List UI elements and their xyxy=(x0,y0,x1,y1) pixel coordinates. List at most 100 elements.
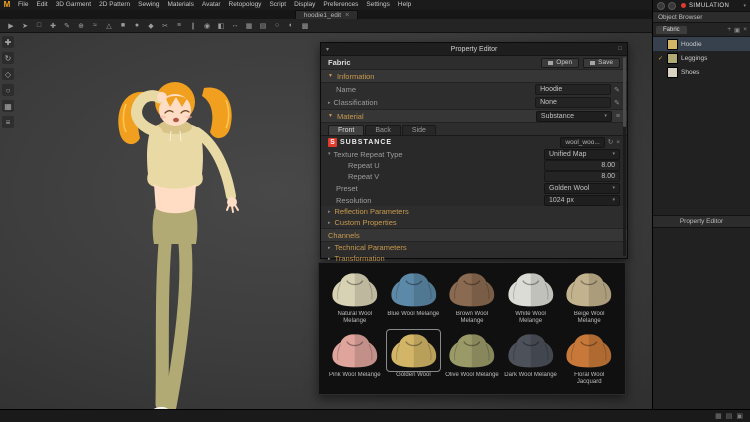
pin-tool-icon[interactable]: ◉ xyxy=(201,20,213,31)
menu-edit[interactable]: Edit xyxy=(32,0,51,10)
rectangle-tool-icon[interactable]: ■ xyxy=(117,20,129,31)
material-preset[interactable]: Dark Wool Melange xyxy=(504,330,558,389)
menu-sewing[interactable]: Sewing xyxy=(134,0,163,10)
pan-tool-icon[interactable]: ▦ xyxy=(2,100,14,112)
scrollbar[interactable] xyxy=(623,57,626,256)
document-tab[interactable]: hoodie1_edit × xyxy=(294,9,359,20)
zoom-tool-icon[interactable]: ○ xyxy=(271,20,283,31)
tab-fabric[interactable]: Fabric xyxy=(656,26,687,34)
menu-retopology[interactable]: Retopology xyxy=(225,0,266,10)
section-channels[interactable]: Channels xyxy=(321,228,627,242)
close-icon[interactable]: × xyxy=(345,12,349,19)
substance-file-field[interactable]: wool_woo... xyxy=(560,136,605,148)
select-move-tool-icon[interactable]: ➤ xyxy=(19,20,31,31)
name-field[interactable]: Hoodie xyxy=(535,84,612,95)
transform-pattern-tool-icon[interactable]: ✚ xyxy=(47,20,59,31)
section-information[interactable]: ▼ Information xyxy=(321,69,627,83)
save-button[interactable]: Save xyxy=(583,57,620,68)
cut-tool-icon[interactable]: ✂ xyxy=(159,20,171,31)
rotate-tool-icon[interactable]: ↻ xyxy=(2,52,14,64)
menu-help[interactable]: Help xyxy=(394,0,415,10)
property-editor-titlebar[interactable]: ▾ Property Editor □ xyxy=(321,43,627,56)
object-browser-header[interactable]: Object Browser xyxy=(653,12,750,23)
expand-triangle-icon[interactable]: ▸ xyxy=(328,100,331,106)
character-avatar[interactable] xyxy=(38,68,258,422)
account-icon[interactable] xyxy=(657,1,665,10)
tab-front[interactable]: Front xyxy=(328,125,365,135)
edit-icon[interactable]: ✎ xyxy=(614,86,620,94)
texture-tool-icon[interactable]: ▦ xyxy=(243,20,255,31)
section-material[interactable]: ▼ Material Substance ▾ ≡ xyxy=(321,109,627,123)
material-preset[interactable]: Olive Wool Melange xyxy=(445,330,499,389)
material-preset[interactable]: Pink Wool Melange xyxy=(328,330,382,389)
delete-icon[interactable]: × xyxy=(743,26,747,34)
layer-tool-icon[interactable]: ▤ xyxy=(257,20,269,31)
material-preset[interactable]: Golden Wool xyxy=(385,328,442,389)
select-box-tool-icon[interactable]: □ xyxy=(33,20,45,31)
move-tool-icon[interactable]: ✚ xyxy=(2,36,14,48)
seam-tool-icon[interactable]: ≡ xyxy=(173,20,185,31)
add-point-tool-icon[interactable]: ⊕ xyxy=(75,20,87,31)
edit-curve-tool-icon[interactable]: ≈ xyxy=(89,20,101,31)
simulate-tool-icon[interactable]: ▶ xyxy=(5,20,17,31)
preset-dropdown[interactable]: Golden Wool ▾ xyxy=(544,182,620,194)
fabric-list-item[interactable]: Hoodie xyxy=(653,37,750,51)
classification-field[interactable]: None xyxy=(535,97,612,108)
material-preset[interactable]: Blue Wool Melange xyxy=(387,269,441,328)
section-technical-parameters[interactable]: ▸ Technical Parameters xyxy=(321,242,627,253)
window-menu-icon[interactable]: ▾ xyxy=(326,46,329,53)
material-preset[interactable]: Brown Wool Melange xyxy=(445,269,499,328)
scrollbar-thumb[interactable] xyxy=(623,57,626,127)
fabric-list-item[interactable]: Shoes xyxy=(653,65,750,79)
menu-2d-pattern[interactable]: 2D Pattern xyxy=(95,0,134,10)
polygon-tool-icon[interactable]: △ xyxy=(103,20,115,31)
help-icon[interactable] xyxy=(668,1,676,10)
menu-3d-garment[interactable]: 3D Garment xyxy=(52,0,95,10)
fabric-list-item[interactable]: ✓ Leggings xyxy=(653,51,750,65)
fullscreen-icon-icon[interactable]: ▣ xyxy=(736,412,743,420)
material-type-dropdown[interactable]: Substance ▾ xyxy=(535,110,612,122)
collapse-triangle-icon[interactable]: ▾ xyxy=(328,151,331,157)
tab-side[interactable]: Side xyxy=(401,125,436,135)
menu-materials[interactable]: Materials xyxy=(164,0,198,10)
menu-display[interactable]: Display xyxy=(290,0,319,10)
grid-view-icon-icon[interactable]: ▦ xyxy=(715,412,722,420)
add-icon[interactable]: + xyxy=(727,26,731,34)
copy-icon[interactable]: ▣ xyxy=(734,26,740,34)
section-custom-properties[interactable]: ▸ Custom Properties xyxy=(321,217,627,228)
material-preset[interactable]: Beige Wool Melange xyxy=(562,269,616,328)
pin-icon[interactable]: □ xyxy=(618,46,622,52)
material-preset[interactable]: Floral Wool Jacquard xyxy=(562,330,616,389)
menu-script[interactable]: Script xyxy=(265,0,290,10)
free-sewing-tool-icon[interactable]: ∥ xyxy=(187,20,199,31)
menu-file[interactable]: File xyxy=(14,0,32,10)
menu-preferences[interactable]: Preferences xyxy=(319,0,362,10)
camera-tool-icon[interactable]: ◐ xyxy=(285,20,297,31)
texture-repeat-dropdown[interactable]: Unified Map ▾ xyxy=(544,148,620,160)
repeat-v-input[interactable]: 8.00 xyxy=(544,171,620,182)
orbit-tool-icon[interactable]: ○ xyxy=(2,84,14,96)
section-reflection-parameters[interactable]: ▸ Reflection Parameters xyxy=(321,206,627,217)
reload-icon[interactable]: ↻ xyxy=(608,138,613,146)
measure-tool-icon[interactable]: ↔ xyxy=(229,20,241,31)
layout-view-icon-icon[interactable]: ▤ xyxy=(726,412,733,420)
chevron-down-icon[interactable]: ▾ xyxy=(743,3,746,9)
remove-icon[interactable]: × xyxy=(616,139,620,146)
edit-icon[interactable]: ✎ xyxy=(614,99,620,107)
open-button[interactable]: Open xyxy=(541,57,580,68)
material-preset[interactable]: White Wool Melange xyxy=(504,269,558,328)
view-menu-icon[interactable]: ≡ xyxy=(2,116,14,128)
circle-tool-icon[interactable]: ● xyxy=(131,20,143,31)
edit-pattern-tool-icon[interactable]: ✎ xyxy=(61,20,73,31)
right-property-editor-header[interactable]: Property Editor xyxy=(653,215,750,228)
tab-back[interactable]: Back xyxy=(365,125,401,135)
resolution-dropdown[interactable]: 1024 px ▾ xyxy=(544,194,620,206)
display-tool-icon[interactable]: ▩ xyxy=(299,20,311,31)
material-preset[interactable]: Natural Wool Melange xyxy=(328,269,382,328)
menu-settings[interactable]: Settings xyxy=(362,0,394,10)
menu-avatar[interactable]: Avatar xyxy=(198,0,225,10)
fold-tool-icon[interactable]: ◧ xyxy=(215,20,227,31)
dart-tool-icon[interactable]: ◆ xyxy=(145,20,157,31)
check-icon[interactable]: ✓ xyxy=(657,55,664,62)
repeat-u-input[interactable]: 8.00 xyxy=(544,160,620,171)
